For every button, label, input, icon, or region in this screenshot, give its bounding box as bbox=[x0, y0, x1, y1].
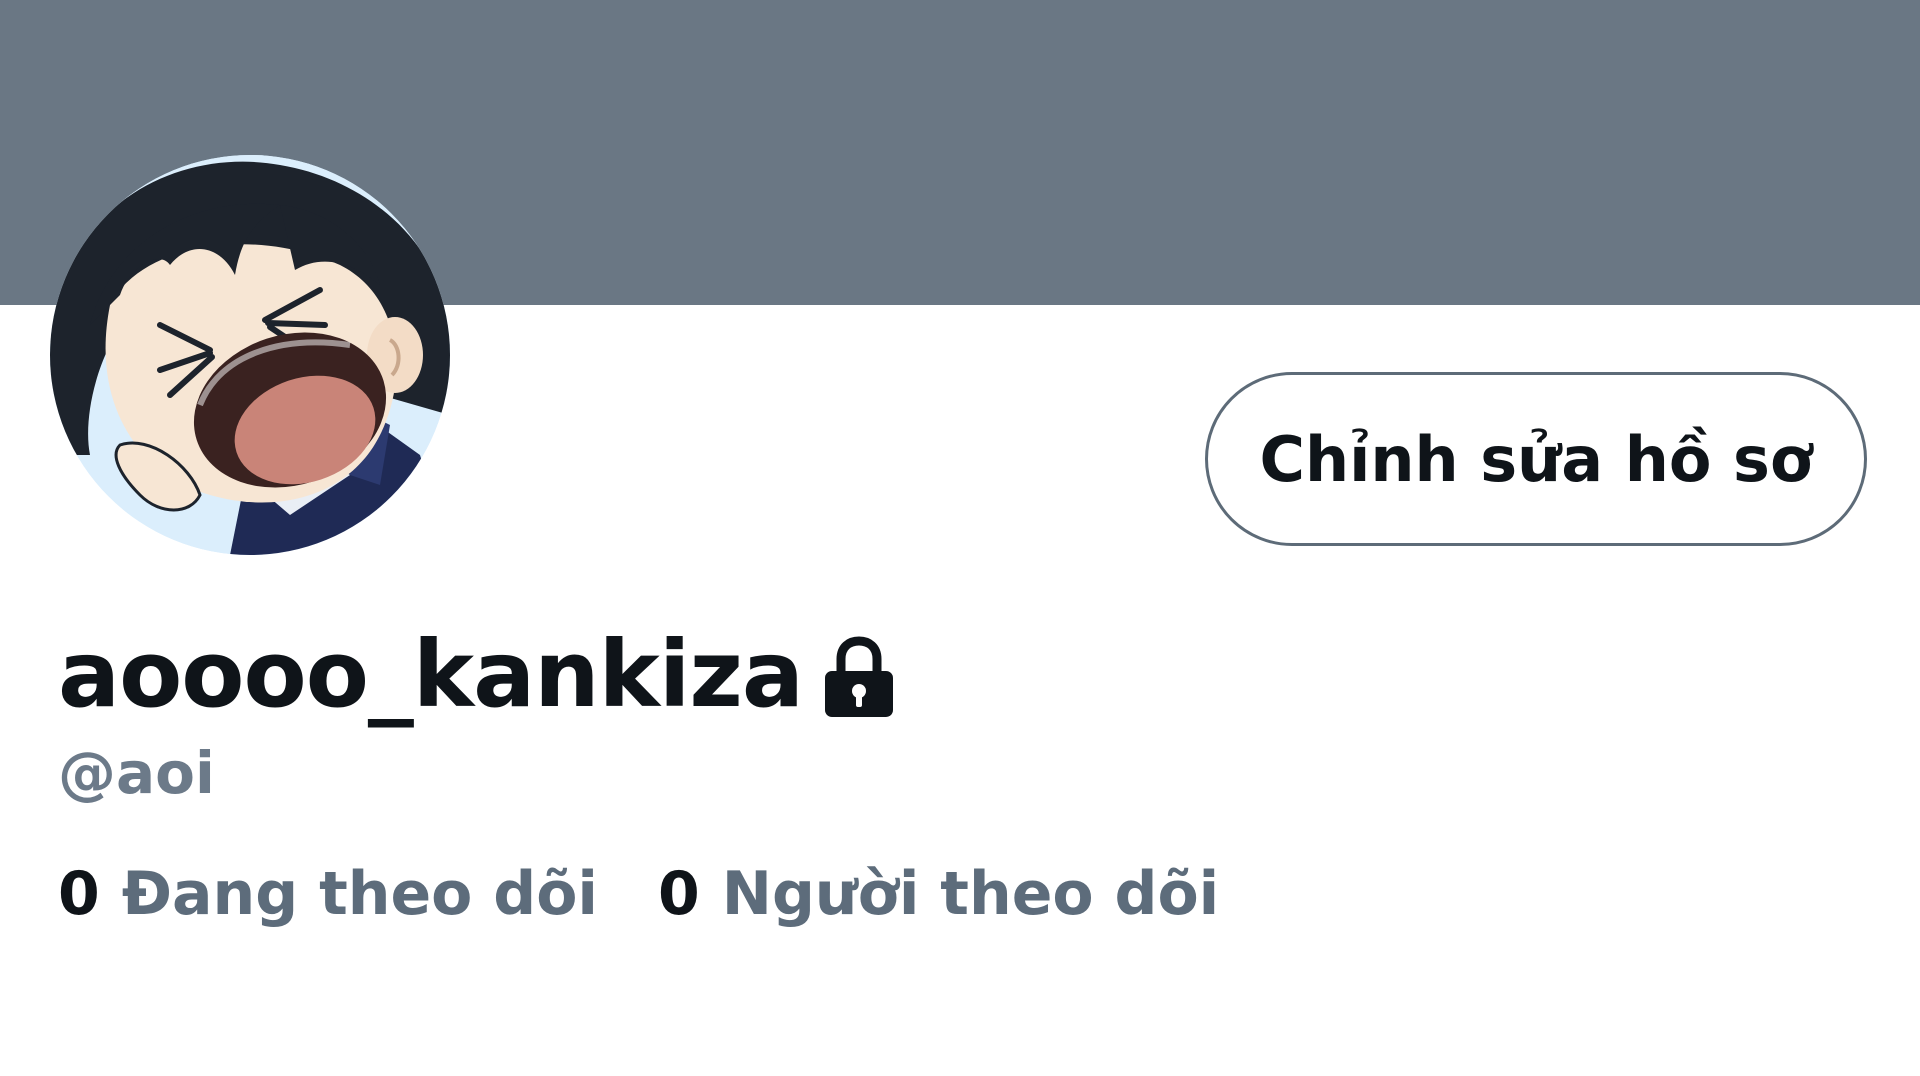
display-name: aoooo_kankiza bbox=[58, 621, 804, 728]
avatar-image bbox=[50, 155, 450, 555]
following-stat[interactable]: 0 Đang theo dõi bbox=[58, 864, 598, 924]
avatar[interactable] bbox=[50, 155, 450, 555]
profile-handle: @aoi bbox=[58, 739, 215, 807]
profile-page: Chỉnh sửa hồ sơ aoooo_kankiza @aoi 0 Đan… bbox=[0, 0, 1920, 1076]
edit-profile-label: Chỉnh sửa hồ sơ bbox=[1259, 422, 1813, 496]
following-label: Đang theo dõi bbox=[121, 859, 598, 929]
followers-stat[interactable]: 0 Người theo dõi bbox=[658, 864, 1219, 924]
following-count: 0 bbox=[58, 859, 100, 929]
lock-icon bbox=[825, 636, 894, 717]
follow-stats: 0 Đang theo dõi 0 Người theo dõi bbox=[58, 864, 1219, 924]
display-name-row: aoooo_kankiza bbox=[58, 620, 897, 730]
followers-label: Người theo dõi bbox=[721, 859, 1220, 929]
followers-count: 0 bbox=[658, 859, 700, 929]
edit-profile-button[interactable]: Chỉnh sửa hồ sơ bbox=[1205, 372, 1867, 546]
